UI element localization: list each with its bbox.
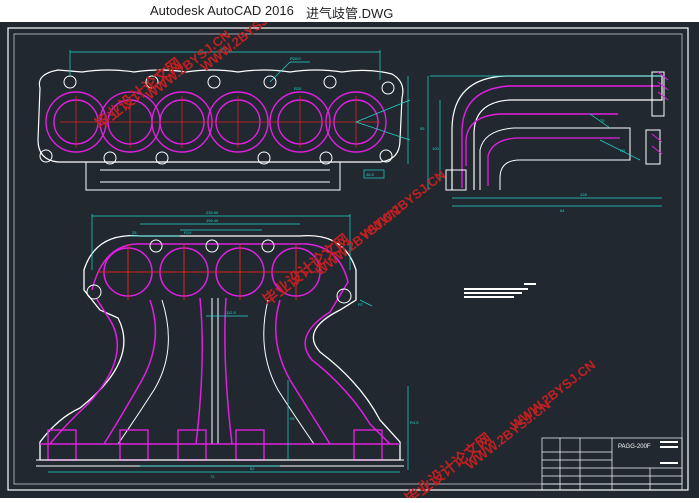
watermark-url: WWW.2BYSJ.CN [508, 357, 599, 432]
dim-front-112: 112.5 [226, 310, 236, 315]
dim-front-239: 239.90 [206, 210, 219, 215]
dim-top-48: 48.5 [366, 172, 375, 177]
dim-front-72: 72 [210, 474, 215, 479]
side-view: 128 64 55 100 70 R9 [420, 71, 669, 213]
dim-front-r4: R4.5 [410, 420, 419, 425]
dim-front-r7: R7 [358, 302, 364, 307]
dim-side-r9: R9 [620, 148, 626, 153]
title-block [541, 437, 683, 491]
drawing-canvas[interactable]: R20/2 R25 180 48.5 128 64 55 100 70 R9 2… [0, 0, 699, 503]
drawing-border [7, 27, 689, 491]
drawing-number: PAGG-200F [618, 444, 651, 450]
dim-front-62: 62 [250, 466, 255, 471]
dim-top-r25: R25 [294, 86, 302, 91]
dim-side-128: 128 [580, 192, 587, 197]
dim-front-r19: R19 [184, 230, 192, 235]
technical-notes [464, 283, 536, 298]
dim-side-64: 64 [560, 208, 565, 213]
file-title: 进气歧管.DWG [306, 6, 394, 21]
dim-side-100: 100 [432, 146, 439, 151]
dim-front-25: 25 [132, 230, 137, 235]
dim-side-70: 70 [600, 118, 605, 123]
cad-drawing[interactable]: R20/2 R25 180 48.5 128 64 55 100 70 R9 2… [0, 0, 699, 503]
dim-front-95: 95 [290, 416, 295, 421]
app-title: Autodesk AutoCAD 2016 [150, 3, 294, 18]
watermark-group: 毕业设计论文网 WWW.2BYSJ.CN WWW.2BYSJ.CN 毕业设计论文… [91, 0, 599, 503]
dim-side-55: 55 [420, 126, 425, 131]
window-titlebar: Autodesk AutoCAD 2016 进气歧管.DWG [0, 0, 699, 22]
dim-front-199: 199.40 [206, 218, 219, 223]
front-view: 239.90 199.40 25 R19 R7 112.5 95 R4.5 72… [36, 210, 419, 479]
watermark-url: WWW.2BYSJ.CN [143, 27, 234, 102]
dim-top-r20: R20/2 [290, 56, 301, 61]
